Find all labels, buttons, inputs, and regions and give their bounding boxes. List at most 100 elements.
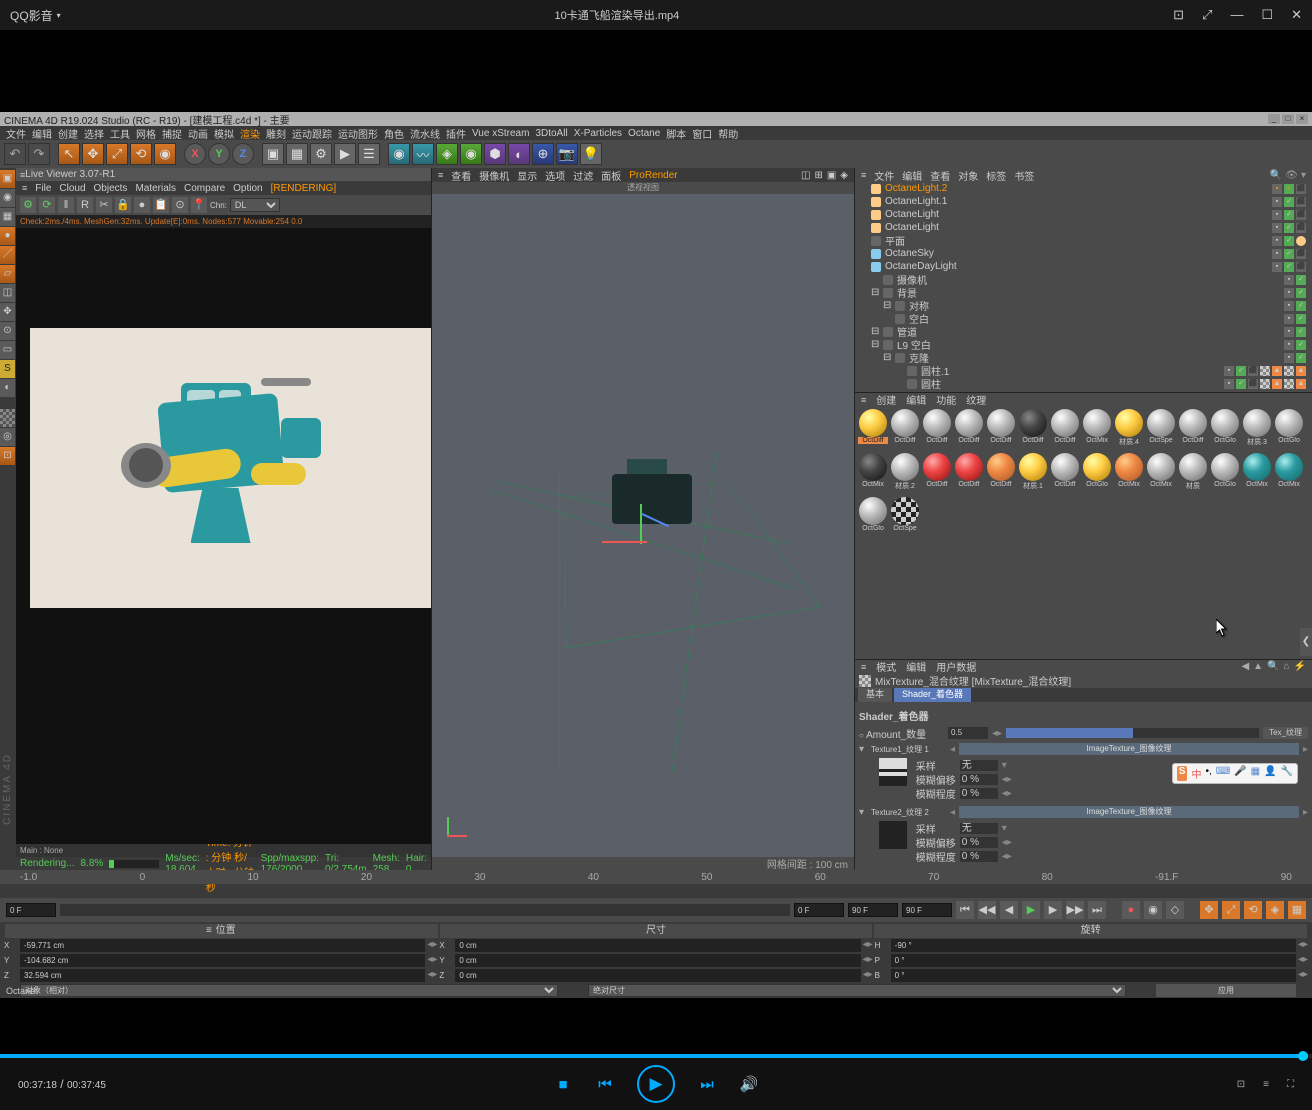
apply-button[interactable]: 应用	[1156, 984, 1296, 997]
attr-tab-0[interactable]: 模式	[876, 659, 896, 674]
side-collapse-icon[interactable]: ❮	[1300, 628, 1312, 656]
mat-tab-3[interactable]: 纹理	[966, 392, 986, 407]
material-item[interactable]: OctSpe	[890, 497, 920, 539]
rot-p-input[interactable]: 0 °	[891, 954, 1296, 967]
obj-tab-4[interactable]: 标签	[986, 168, 1006, 183]
amount-slider[interactable]	[1006, 728, 1259, 738]
menu-X-Particles[interactable]: X-Particles	[574, 128, 622, 139]
record-button[interactable]: ●	[1122, 901, 1140, 919]
material-item[interactable]: OctGlo	[1210, 409, 1240, 451]
lv-start-button[interactable]: ⚙	[20, 197, 36, 213]
c4d-max-icon[interactable]: □	[1282, 114, 1294, 124]
ime-voice-icon[interactable]: 🎤	[1234, 766, 1246, 781]
obj-tab-5[interactable]: 书签	[1014, 168, 1034, 183]
lv-menu-0[interactable]: File	[35, 183, 51, 194]
view-icon[interactable]: 👁	[1285, 170, 1298, 181]
frame-current-input[interactable]	[794, 903, 844, 917]
menu-模拟[interactable]: 模拟	[214, 126, 234, 141]
material-item[interactable]: OctDiff	[922, 453, 952, 495]
mat-tab-2[interactable]: 功能	[936, 392, 956, 407]
next-frame-button[interactable]: ▶	[1044, 901, 1062, 919]
lv-r-button[interactable]: R	[77, 197, 93, 213]
z-axis-toggle[interactable]: Z	[232, 143, 254, 165]
prev-frame-button[interactable]: ◀	[1000, 901, 1018, 919]
tree-item[interactable]: 平面▪✓	[855, 234, 1312, 247]
lv-refresh-button[interactable]: ⟳	[39, 197, 55, 213]
filter-icon[interactable]: ▾	[1301, 170, 1306, 181]
attr-tab-2[interactable]: 用户数据	[936, 659, 976, 674]
c4d-close-icon[interactable]: ×	[1296, 114, 1308, 124]
goto-end-button[interactable]: ⏭	[1088, 901, 1106, 919]
material-item[interactable]: OctMix	[1114, 453, 1144, 495]
lv-clip-button[interactable]: ✂	[96, 197, 112, 213]
menu-创建[interactable]: 创建	[58, 126, 78, 141]
material-item[interactable]: OctDiff	[986, 409, 1016, 451]
material-item[interactable]: OctGlo	[858, 497, 888, 539]
vp-menu-5[interactable]: 面板	[601, 168, 621, 183]
subtitle-button[interactable]: ⊡	[1237, 1079, 1245, 1090]
deformer-tool[interactable]: ◐	[508, 143, 530, 165]
lv-menu-6[interactable]: [RENDERING]	[271, 183, 337, 194]
material-item[interactable]: OctDiff	[1178, 409, 1208, 451]
menu-捕捉[interactable]: 捕捉	[162, 126, 182, 141]
frame-end-input[interactable]	[848, 903, 898, 917]
snap-toggle[interactable]: ⊙	[0, 322, 15, 340]
rot-h-input[interactable]: -90 °	[891, 939, 1296, 952]
pos-x-input[interactable]: -59.771 cm	[20, 939, 425, 952]
lv-menu-4[interactable]: Compare	[184, 183, 225, 194]
vp-menu-1[interactable]: 摄像机	[479, 168, 509, 183]
redo-button[interactable]: ↷	[28, 143, 50, 165]
ime-skin-icon[interactable]: ▦	[1251, 766, 1260, 781]
vp-menu-2[interactable]: 显示	[517, 168, 537, 183]
material-item[interactable]: OctDiff	[954, 409, 984, 451]
tex-button[interactable]: Tex_纹理	[1263, 727, 1308, 739]
menu-流水线[interactable]: 流水线	[410, 126, 440, 141]
pip-icon[interactable]: ⊡	[1173, 7, 1184, 23]
y-axis-toggle[interactable]: Y	[208, 143, 230, 165]
material-item[interactable]: OctSpe	[1146, 409, 1176, 451]
play-pause-button[interactable]: ▶	[637, 1065, 675, 1103]
edge-mode[interactable]: ／	[0, 246, 15, 264]
lv-menu-1[interactable]: Cloud	[59, 183, 85, 194]
lv-menu-3[interactable]: Materials	[135, 183, 176, 194]
menu-雕刻[interactable]: 雕刻	[266, 126, 286, 141]
hypernurbs-tool[interactable]: ◉	[460, 143, 482, 165]
mat-tab-1[interactable]: 编辑	[906, 392, 926, 407]
model-mode[interactable]: ▣	[0, 170, 15, 188]
sampling-select[interactable]: 无	[960, 760, 998, 771]
ime-toolbar[interactable]: S 中 •, ⌨ 🎤 ▦ 👤 🔧	[1172, 763, 1298, 784]
menu-渲染[interactable]: 渲染	[240, 126, 260, 141]
tree-item[interactable]: 空白▪✓	[855, 312, 1312, 325]
material-item[interactable]: 材质.2	[890, 453, 920, 495]
material-item[interactable]: OctDiff	[1018, 409, 1048, 451]
material-item[interactable]: OctDiff	[858, 409, 888, 451]
array-tool[interactable]: ⬢	[484, 143, 506, 165]
spline-tool[interactable]: 〰	[412, 143, 434, 165]
menu-运动图形[interactable]: 运动图形	[338, 126, 378, 141]
menu-窗口[interactable]: 窗口	[692, 126, 712, 141]
menu-文件[interactable]: 文件	[6, 126, 26, 141]
search-icon[interactable]: 🔍	[1270, 170, 1282, 181]
cube-primitive[interactable]: ◉	[388, 143, 410, 165]
key-scale-button[interactable]: ⤢	[1222, 901, 1240, 919]
menu-选择[interactable]: 选择	[84, 126, 104, 141]
obj-tab-2[interactable]: 查看	[930, 168, 950, 183]
keyframe-button[interactable]: ◇	[1166, 901, 1184, 919]
vp-menu-4[interactable]: 过滤	[573, 168, 593, 183]
render-active-button[interactable]: ▶	[334, 143, 356, 165]
rot-b-input[interactable]: 0 °	[891, 969, 1296, 982]
point-mode[interactable]: ●	[0, 227, 15, 245]
tree-item[interactable]: OctaneSky▪✓⬛	[855, 247, 1312, 260]
generator-tool[interactable]: ◈	[436, 143, 458, 165]
pin-icon[interactable]: ⤢	[1202, 7, 1212, 23]
tweak-mode[interactable]	[0, 409, 15, 427]
material-grid[interactable]: OctDiffOctDiffOctDiffOctDiffOctDiffOctDi…	[855, 406, 1312, 561]
attr-tab-1[interactable]: 编辑	[906, 659, 926, 674]
prev-button[interactable]: ⏮	[595, 1074, 615, 1094]
lv-menu-2[interactable]: Objects	[94, 183, 128, 194]
vp-menu-0[interactable]: 查看	[451, 168, 471, 183]
ime-sogou-icon[interactable]: S	[1177, 766, 1188, 781]
key-pos-button[interactable]: ✥	[1200, 901, 1218, 919]
size-x-input[interactable]: 0 cm	[455, 939, 860, 952]
vp-icon4[interactable]: ◈	[840, 170, 848, 181]
